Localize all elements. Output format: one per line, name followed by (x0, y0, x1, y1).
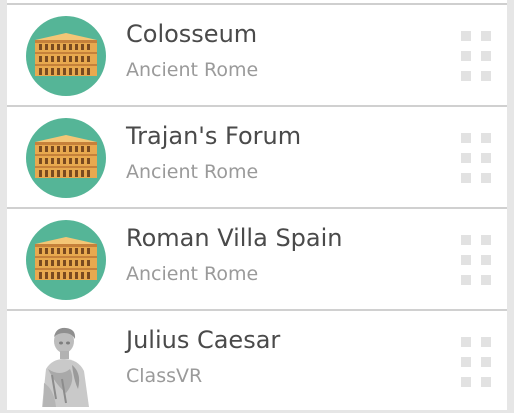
item-title: Julius Caesar (126, 326, 281, 354)
drag-handle-icon[interactable] (461, 235, 491, 285)
drag-handle-icon[interactable] (461, 337, 491, 387)
list-item[interactable]: Trajan's Forum Ancient Rome (7, 107, 507, 209)
item-subtitle: Ancient Rome (126, 161, 259, 183)
drag-handle-icon[interactable] (461, 133, 491, 183)
colosseum-icon (26, 118, 106, 198)
item-title: Roman Villa Spain (126, 224, 343, 252)
colosseum-icon (26, 16, 106, 96)
content-list: Colosseum Ancient Rome Trajan's Forum An… (7, 0, 507, 410)
item-subtitle: Ancient Rome (126, 263, 259, 285)
item-subtitle: ClassVR (126, 365, 203, 387)
item-title: Colosseum (126, 20, 258, 48)
colosseum-icon (26, 220, 106, 300)
list-item[interactable]: Julius Caesar ClassVR (7, 311, 507, 410)
list-item[interactable]: Roman Villa Spain Ancient Rome (7, 209, 507, 311)
statue-icon (26, 319, 106, 409)
item-title: Trajan's Forum (126, 122, 302, 150)
drag-handle-icon[interactable] (461, 31, 491, 81)
item-subtitle: Ancient Rome (126, 59, 259, 81)
list-item[interactable]: Colosseum Ancient Rome (7, 5, 507, 107)
